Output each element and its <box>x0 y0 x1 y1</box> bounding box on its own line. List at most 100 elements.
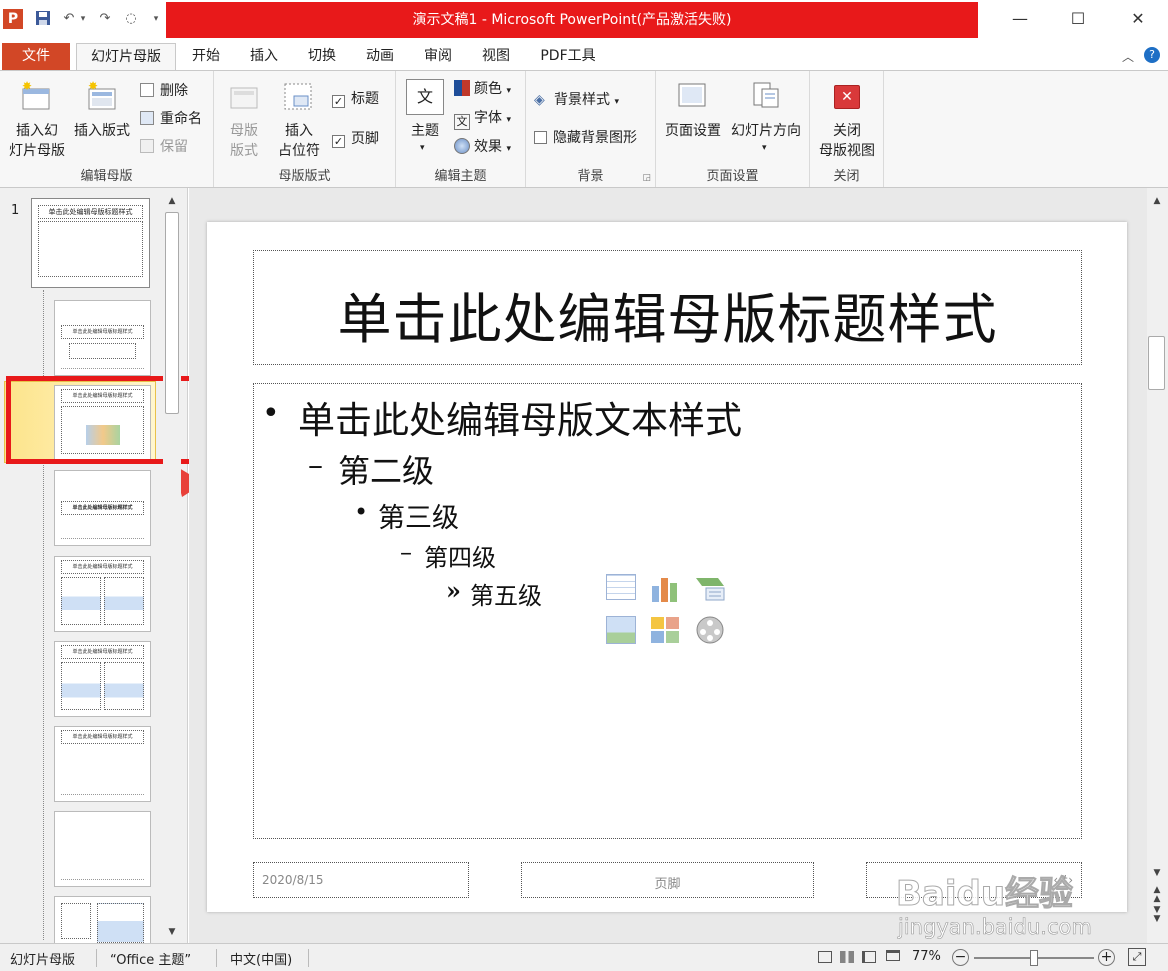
scroll-thumb[interactable] <box>1148 336 1165 390</box>
zoom-level[interactable]: 77% <box>912 949 941 964</box>
repeat-icon[interactable]: ◌ <box>122 10 140 28</box>
zoom-in-icon[interactable]: + <box>1098 949 1115 966</box>
slide-show-icon[interactable] <box>886 950 900 961</box>
undo-dropdown-icon[interactable]: ▾ <box>78 10 88 28</box>
orientation-dropdown-icon[interactable]: ▾ <box>762 143 767 153</box>
zoom-out-icon[interactable]: − <box>952 949 969 966</box>
tab-pdf-tools[interactable]: PDF工具 <box>530 43 606 70</box>
title-checkbox[interactable]: ✓ 标题 <box>332 89 379 109</box>
background-styles-button[interactable]: ◈ 背景样式 ▾ <box>534 90 619 112</box>
scroll-down-arrow-icon[interactable]: ▼ <box>1148 864 1166 882</box>
themes-dropdown-icon[interactable]: ▾ <box>420 143 425 153</box>
group-close: ✕ 关闭 母版视图 关闭 <box>810 71 884 187</box>
layout-thumbnail-right-content <box>104 577 144 625</box>
themes-icon: 文 <box>406 79 444 115</box>
layout-thumbnail-blank[interactable] <box>54 811 151 887</box>
normal-view-icon[interactable] <box>818 951 832 963</box>
delete-button[interactable]: 删除 <box>140 81 188 101</box>
insert-placeholder-button[interactable]: 插入 占位符 <box>270 121 328 161</box>
zoom-slider-thumb[interactable] <box>1030 950 1038 966</box>
layout-thumbnail-two-content[interactable]: 单击此处编辑母版标题样式 <box>54 556 151 632</box>
tab-insert[interactable]: 插入 <box>238 43 290 70</box>
rename-icon <box>140 111 154 125</box>
tab-review[interactable]: 审阅 <box>412 43 464 70</box>
insert-table-icon[interactable] <box>606 574 636 600</box>
footer-checkbox[interactable]: ✓ 页脚 <box>332 129 379 149</box>
page-setup-button[interactable]: 页面设置 <box>658 121 728 141</box>
maximize-button[interactable]: ☐ <box>1050 4 1106 34</box>
layout-thumbnail-section-header[interactable]: 单击此处编辑母版标题样式 <box>54 470 151 546</box>
hide-background-checkbox[interactable]: 隐藏背景图形 <box>534 128 637 148</box>
powerpoint-app-icon[interactable]: P <box>3 9 23 29</box>
ribbon: ✸ 插入幻 灯片母版 ✸ 插入版式 删除 重命名 保留 编辑母版 母版 版式 插… <box>0 70 1168 188</box>
date-placeholder[interactable]: 2020/8/15 <box>253 862 469 898</box>
layout-thumbnail-title: 单击此处编辑母版标题样式 <box>61 501 144 515</box>
fonts-button[interactable]: 文字体 ▾ <box>454 108 511 130</box>
master-layout-button[interactable]: 母版 版式 <box>220 121 268 161</box>
thumbnail-scrollbar[interactable]: ▲ ▼ <box>163 192 181 941</box>
tab-view[interactable]: 视图 <box>470 43 522 70</box>
layout-thumbnail-title: 单击此处编辑母版标题样式 <box>61 560 144 574</box>
tab-transitions[interactable]: 切换 <box>296 43 348 70</box>
minimize-button[interactable]: — <box>992 4 1048 34</box>
status-language[interactable]: 中文(中国) <box>230 949 292 968</box>
help-icon[interactable]: ? <box>1144 47 1160 63</box>
insert-picture-icon[interactable] <box>606 616 636 644</box>
effects-button[interactable]: 效果 ▾ <box>454 137 511 159</box>
colors-button[interactable]: 颜色 ▾ <box>454 79 511 101</box>
customize-qat-icon[interactable]: ▾ <box>150 10 162 28</box>
body-placeholder[interactable]: • 单击此处编辑母版文本样式 – 第二级 • 第三级 – 第四级 » 第五级 <box>253 383 1082 839</box>
scroll-down-arrow-icon[interactable]: ▼ <box>163 923 181 941</box>
fit-to-window-icon[interactable]: ⤢ <box>1128 948 1146 966</box>
scroll-up-arrow-icon[interactable]: ▲ <box>1148 192 1166 210</box>
slide-sorter-view-icon[interactable] <box>840 951 854 963</box>
preserve-button[interactable]: 保留 <box>140 137 188 157</box>
rename-button[interactable]: 重命名 <box>140 109 202 129</box>
undo-icon[interactable]: ↶ <box>60 10 78 28</box>
slide-scrollbar[interactable]: ▲ ▼ ▲ ▲ ▼ ▼ <box>1147 188 1168 943</box>
scroll-thumb[interactable] <box>165 212 179 414</box>
insert-smartart-icon[interactable] <box>694 574 726 602</box>
group-page-setup: 页面设置 幻灯片方向 ▾ 页面设置 <box>656 71 810 187</box>
layout-thumbnail-comparison[interactable]: 单击此处编辑母版标题样式 <box>54 641 151 717</box>
tab-slide-master[interactable]: 幻灯片母版 <box>76 43 176 70</box>
tab-animations[interactable]: 动画 <box>354 43 406 70</box>
close-master-view-button[interactable]: 关闭 母版视图 <box>812 121 882 161</box>
footer-check-icon: ✓ <box>332 135 345 148</box>
previous-slide-icon[interactable]: ▲ ▲ <box>1148 886 1166 904</box>
layout-thumbnail-caption <box>61 903 91 939</box>
master-thumbnail[interactable]: 单击此处编辑母版标题样式 <box>31 198 150 288</box>
scroll-up-arrow-icon[interactable]: ▲ <box>163 192 181 210</box>
group-label-edit-theme: 编辑主题 <box>434 169 487 184</box>
footer-placeholder[interactable]: 页脚 <box>521 862 814 898</box>
tab-home[interactable]: 开始 <box>180 43 232 70</box>
layout-thumbnail-content-caption[interactable] <box>54 896 151 944</box>
close-button[interactable]: ✕ <box>1110 4 1166 34</box>
redo-icon[interactable]: ↷ <box>96 10 114 28</box>
insert-clip-art-icon[interactable] <box>650 616 680 644</box>
insert-layout-button[interactable]: 插入版式 <box>70 121 134 141</box>
status-theme-name[interactable]: “Office 主题” <box>110 949 191 968</box>
master-thumbnail-title: 单击此处编辑母版标题样式 <box>38 205 143 219</box>
layout-thumbnail-title-slide[interactable]: 单击此处编辑母版标题样式 <box>54 300 151 376</box>
layout-thumbnail-subtitle <box>69 343 136 359</box>
insert-slide-master-button[interactable]: 插入幻 灯片母版 <box>4 121 70 161</box>
reading-view-icon[interactable] <box>862 951 876 963</box>
background-dialog-launcher-icon[interactable]: ◲ <box>642 173 651 183</box>
layout-thumbnail-title-only[interactable]: 单击此处编辑母版标题样式 <box>54 726 151 802</box>
level2-text: 第二级 <box>338 452 435 490</box>
layout-thumbnail-left-content <box>61 662 101 710</box>
status-view-name: 幻灯片母版 <box>10 953 76 968</box>
next-slide-icon[interactable]: ▼ ▼ <box>1148 906 1166 924</box>
layout-thumbnail-footer <box>61 538 144 542</box>
title-placeholder[interactable]: 单击此处编辑母版标题样式 <box>253 250 1082 365</box>
window-title: 演示文稿1 - Microsoft PowerPoint(产品激活失败) <box>166 2 978 38</box>
slide-orientation-button[interactable]: 幻灯片方向 <box>726 121 806 141</box>
save-icon[interactable] <box>34 10 52 28</box>
tab-file[interactable]: 文件 <box>2 43 70 70</box>
slide-orientation-icon <box>750 79 782 109</box>
minimize-ribbon-icon[interactable]: ︿ <box>1122 48 1134 65</box>
insert-media-icon[interactable] <box>694 614 726 646</box>
insert-chart-icon[interactable] <box>650 574 680 602</box>
themes-button[interactable]: 主题 <box>402 121 448 141</box>
